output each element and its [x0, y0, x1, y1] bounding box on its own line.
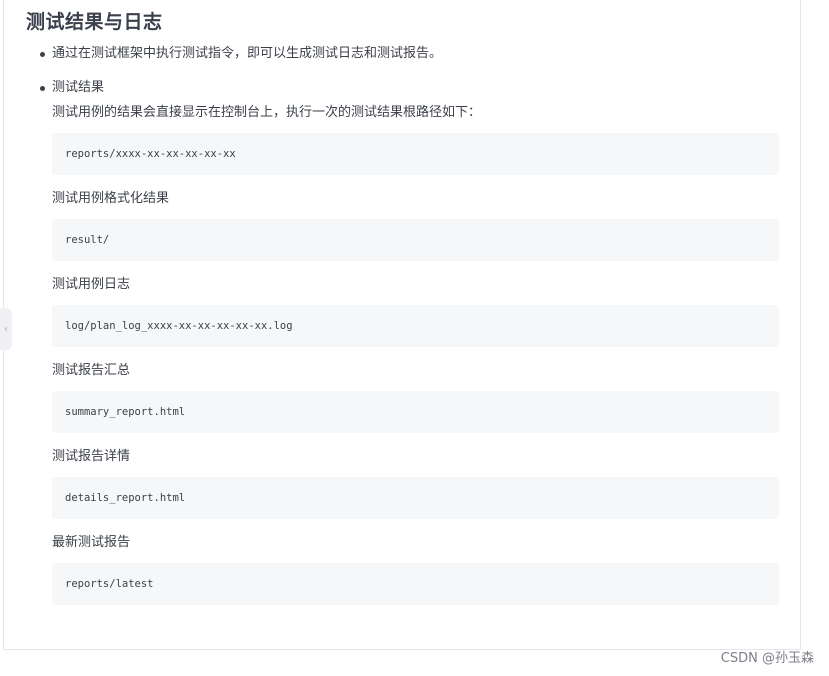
code-text: result/ [65, 234, 110, 246]
section-title: 测试结果与日志 [26, 11, 163, 33]
code-text: log/plan_log_xxxx-xx-xx-xx-xx-xx.log [65, 320, 293, 332]
list-item-text: 测试结果 [52, 80, 105, 95]
subsection-label: 测试用例格式化结果 [52, 191, 170, 206]
subsection-label: 测试报告详情 [52, 449, 131, 464]
bullet-dot [40, 52, 45, 57]
intro-text: 测试用例的结果会直接显示在控制台上，执行一次的测试结果根路径如下： [52, 105, 482, 120]
subsection-label: 测试报告汇总 [52, 363, 131, 378]
list-item: 通过在测试框架中执行测试指令，即可以生成测试日志和测试报告。 [26, 45, 786, 63]
subsection-label: 测试用例日志 [52, 277, 131, 292]
bullet-dot [40, 86, 45, 91]
subsection-label: 最新测试报告 [52, 535, 131, 550]
sidebar-collapse-button[interactable]: ‹ [0, 308, 12, 350]
code-text: details_report.html [65, 492, 186, 504]
code-text: summary_report.html [65, 406, 186, 418]
article-content: 测试结果与日志 通过在测试框架中执行测试指令，即可以生成测试日志和测试报告。 测… [26, 9, 786, 605]
code-text: reports/latest [65, 578, 154, 590]
code-block[interactable]: details_report.html [52, 477, 779, 519]
watermark-text: CSDN @孙玉森 [720, 651, 814, 666]
code-block[interactable]: result/ [52, 219, 779, 261]
code-block[interactable]: reports/latest [52, 563, 779, 605]
bullet-list: 通过在测试框架中执行测试指令，即可以生成测试日志和测试报告。 测试结果 [26, 45, 786, 97]
code-text: reports/xxxx-xx-xx-xx-xx-xx [65, 148, 236, 160]
chevron-left-icon: ‹ [4, 323, 8, 335]
code-block[interactable]: reports/xxxx-xx-xx-xx-xx-xx [52, 133, 779, 175]
list-item: 测试结果 [26, 79, 786, 97]
list-item-text: 通过在测试框架中执行测试指令，即可以生成测试日志和测试报告。 [52, 46, 443, 61]
code-block[interactable]: summary_report.html [52, 391, 779, 433]
code-block[interactable]: log/plan_log_xxxx-xx-xx-xx-xx-xx.log [52, 305, 779, 347]
